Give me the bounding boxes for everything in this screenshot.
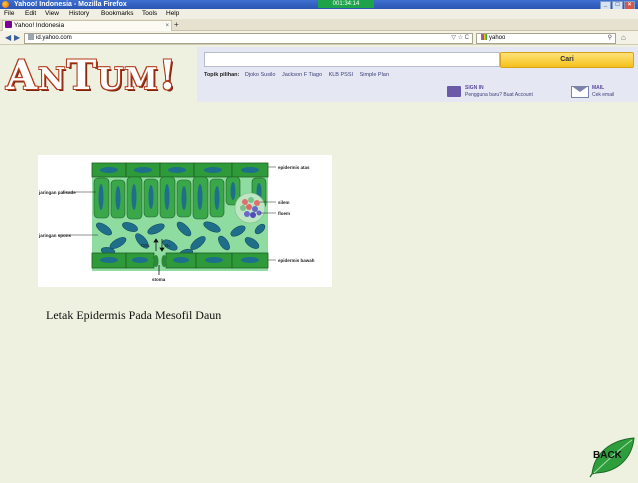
menu-edit[interactable]: Edit [25,9,36,19]
firefox-icon [2,1,9,8]
tab-bar: Yahoo! Indonesia × + [0,19,638,31]
lower-epidermis [91,252,269,269]
topics-label: Topik pilihan: [204,72,240,78]
label-stoma: stoma [152,277,166,282]
timer-badge: 001:34:14 [318,0,374,8]
co2-label: CO₂ [141,243,150,248]
yahoo-header: Cari Topik pilihan: Djoko Susilo Jackson… [197,47,638,102]
search-icon[interactable]: ⚲ [608,34,612,43]
leaf-diagram-svg: CO₂ O₂ epidermis atas jaringan palisade … [38,162,315,282]
leaf-cross-section-diagram: CO₂ O₂ epidermis atas jaringan palisade … [38,155,332,287]
mail-title: MAIL [592,85,605,91]
url-bar[interactable]: id.yahoo.com ▽ ☆ C [24,33,473,44]
url-controls[interactable]: ▽ ☆ C [451,34,469,43]
o2-label: O₂ [165,243,171,248]
signin-subtext: Pengguna baru? Buat Account [465,92,533,98]
label-jaringan-palisade: jaringan palisade [38,190,76,195]
mail-subtext: Cek email [592,92,615,98]
label-jaringan-spons: jaringan spons [38,233,72,238]
menu-help[interactable]: Help [166,9,179,19]
vascular-bundle [234,192,266,224]
tab-label: Yahoo! Indonesia [14,22,65,29]
back-button[interactable]: BACK [588,436,636,478]
antum-logo: ANTUM! [6,52,178,99]
menu-tools[interactable]: Tools [142,9,157,19]
yahoo-search-button[interactable]: Cari [500,52,634,68]
search-engine-icon[interactable] [481,34,487,40]
tab-yahoo[interactable]: Yahoo! Indonesia × [2,20,172,31]
diagram-caption: Letak Epidermis Pada Mesofil Daun [46,308,222,322]
signin-title: SIGN IN [465,85,484,91]
user-icon [447,86,461,97]
label-epidermis-atas: epidermis atas [278,165,310,170]
site-identity-icon [28,34,34,40]
search-value: yahoo [489,35,506,41]
signin-link[interactable]: SIGN IN Pengguna baru? Buat Account [447,84,557,100]
navigation-bar: ◀ ▶ id.yahoo.com ▽ ☆ C yahoo ⚲ ⌂ [0,31,638,45]
window-titlebar: Yahoo! Indonesia - Mozilla Firefox 001:3… [0,0,638,10]
yahoo-favicon-icon [5,21,12,28]
topic-links: Topik pilihan: Djoko Susilo Jackson F Ti… [204,72,394,78]
label-epidermis-bawah: epidermis bawah [278,258,315,263]
upper-epidermis [91,162,269,178]
browser-search-field[interactable]: yahoo ⚲ [476,33,616,44]
window-title: Yahoo! Indonesia - Mozilla Firefox [14,1,127,8]
mail-icon [571,86,589,98]
new-tab-button[interactable]: + [174,20,179,29]
back-button-label: BACK [593,450,622,461]
label-floem: floem [278,211,290,216]
menu-history[interactable]: History [69,9,89,19]
mail-link[interactable]: MAIL Cek email [571,84,637,100]
url-text: id.yahoo.com [36,35,72,41]
yahoo-search-input[interactable] [204,52,500,67]
topic-link[interactable]: Simple Plan [360,72,389,78]
label-silem: silem [278,200,290,205]
topic-link[interactable]: KLB PSSI [329,72,353,78]
home-icon[interactable]: ⌂ [621,33,631,42]
back-arrow-icon[interactable]: ◀ [5,33,11,42]
topic-link[interactable]: Jackson F Tiago [282,72,322,78]
menu-view[interactable]: View [45,9,59,19]
tab-close-icon[interactable]: × [165,21,169,31]
menu-bookmarks[interactable]: Bookmarks [101,9,134,19]
menu-bar: File Edit View History Bookmarks Tools H… [0,9,638,19]
menu-file[interactable]: File [4,9,14,19]
topic-link[interactable]: Djoko Susilo [245,72,276,78]
forward-arrow-icon[interactable]: ▶ [14,33,20,42]
